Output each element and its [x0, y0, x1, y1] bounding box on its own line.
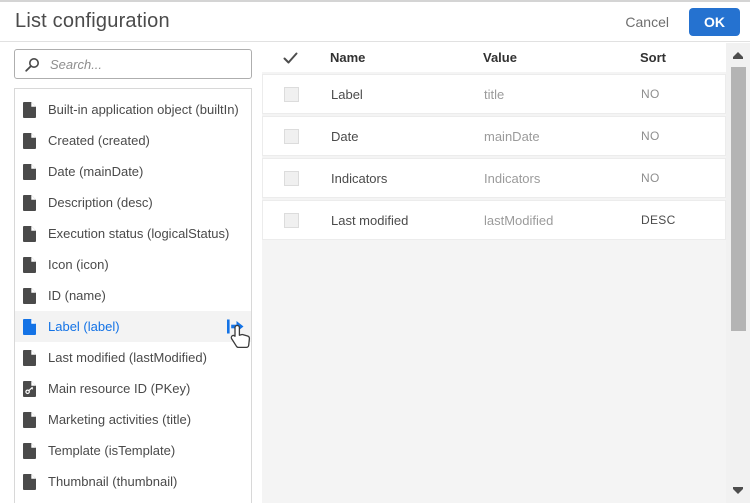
field-list-item[interactable]: ID (name) [15, 280, 251, 311]
document-icon [23, 132, 36, 149]
search-input[interactable] [48, 55, 251, 73]
row-sort: DESC [641, 213, 676, 227]
field-label: Marketing activities (title) [48, 412, 192, 427]
row-sort: NO [641, 129, 660, 143]
vertical-scrollbar[interactable] [726, 43, 750, 503]
search-icon [25, 57, 39, 72]
row-checkbox[interactable] [284, 170, 299, 186]
field-label: Template (isTemplate) [48, 443, 176, 458]
column-header-sort: Sort [640, 50, 666, 65]
field-label: Icon (icon) [48, 257, 109, 272]
scroll-down-icon[interactable] [733, 487, 743, 494]
field-label: Thumbnail (thumbnail) [48, 474, 178, 489]
row-sort: NO [641, 87, 660, 101]
field-list: Built-in application object (builtIn) Cr… [14, 88, 252, 503]
field-label: Last modified (lastModified) [48, 350, 207, 365]
row-checkbox[interactable] [284, 86, 299, 102]
table-row: Date mainDate NO [262, 116, 726, 156]
row-checkbox[interactable] [284, 212, 299, 228]
search-box[interactable] [14, 49, 252, 79]
field-label: Main resource ID (PKey) [48, 381, 191, 396]
row-sort: NO [641, 171, 660, 185]
column-header-value: Value [483, 50, 517, 65]
document-icon [23, 194, 36, 211]
field-label: Description (desc) [48, 195, 153, 210]
field-list-item[interactable]: Built-in application object (builtIn) [15, 94, 251, 125]
field-list-item[interactable]: Template (isTemplate) [15, 435, 251, 466]
row-value: Indicators [484, 170, 541, 186]
row-name: Last modified [331, 212, 409, 228]
field-label: ID (name) [48, 288, 106, 303]
row-value: mainDate [484, 128, 540, 144]
list-configuration-dialog: List configuration Cancel OK Search... B… [0, 0, 750, 503]
field-list-item[interactable]: Icon (icon) [15, 249, 251, 280]
row-value: title [484, 86, 505, 102]
table-header-row: Name Value Sort [262, 43, 726, 72]
row-name: Label [331, 86, 363, 102]
column-header-name: Name [330, 50, 366, 65]
cancel-button[interactable]: Cancel [625, 14, 669, 30]
table-row: Label title NO [262, 74, 726, 114]
field-label: Execution status (logicalStatus) [48, 226, 230, 241]
field-list-item[interactable]: Description (desc) [15, 187, 251, 218]
move-right-arrow-icon[interactable] [227, 319, 244, 339]
row-value: lastModified [484, 212, 554, 228]
table-row: Last modified lastModified DESC [262, 200, 726, 240]
field-list-item[interactable]: Date (mainDate) [15, 156, 251, 187]
field-label: Created (created) [48, 133, 150, 148]
field-label: Built-in application object (builtIn) [48, 102, 239, 117]
document-icon [23, 163, 36, 180]
checkmark-icon [283, 52, 298, 63]
field-list-item[interactable]: Main resource ID (PKey) [15, 373, 251, 404]
row-name: Date [331, 128, 359, 144]
field-list-item[interactable]: Last modified (lastModified) [15, 342, 251, 373]
document-icon [23, 287, 36, 304]
field-label: Label (label) [48, 319, 120, 334]
field-list-item[interactable]: Created (created) [15, 125, 251, 156]
document-icon [23, 101, 36, 118]
field-list-item[interactable]: Marketing activities (title) [15, 404, 251, 435]
document-icon [23, 225, 36, 242]
row-name: Indicators [331, 170, 388, 186]
document-icon [23, 473, 36, 490]
page-title: List configuration [15, 10, 170, 32]
table-row: Indicators Indicators NO [262, 158, 726, 198]
ok-button[interactable]: OK [689, 7, 740, 36]
table-body: Label title NO Date mainDate NO Indicato… [262, 74, 726, 240]
document-icon [23, 256, 36, 273]
column-table-panel: Name Value Sort Label title NO Date main… [262, 43, 726, 503]
row-checkbox[interactable] [284, 128, 299, 144]
field-label: Date (mainDate) [48, 164, 144, 179]
field-list-item[interactable]: Label (label) [15, 311, 251, 342]
document-icon [23, 380, 36, 397]
document-icon [23, 318, 36, 335]
scrollbar-thumb[interactable] [731, 67, 746, 331]
document-icon [23, 442, 36, 459]
field-list-item[interactable]: Execution status (logicalStatus) [15, 218, 251, 249]
document-icon [23, 411, 36, 428]
dialog-header: List configuration Cancel OK [0, 2, 750, 42]
field-list-item[interactable]: Thumbnail (thumbnail) [15, 466, 251, 497]
document-icon [23, 349, 36, 366]
scroll-up-icon[interactable] [733, 52, 743, 59]
